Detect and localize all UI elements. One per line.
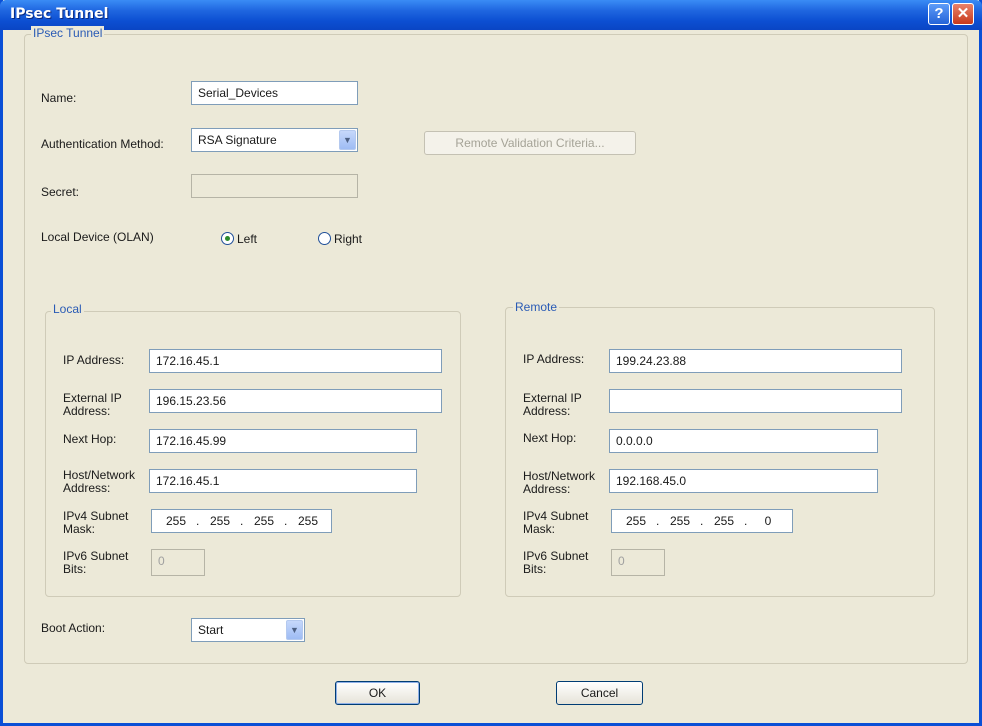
radio-left-label[interactable]: Left bbox=[237, 233, 257, 246]
auth-method-select[interactable]: RSA Signature ▼ bbox=[191, 128, 358, 152]
local-mask-octet-4[interactable]: 255 bbox=[290, 514, 326, 528]
remote-ip-input[interactable]: 199.24.23.88 bbox=[609, 349, 902, 373]
remote-ip-label: IP Address: bbox=[523, 352, 585, 366]
boot-action-select[interactable]: Start ▼ bbox=[191, 618, 305, 642]
local-ipv4-mask-label: IPv4 Subnet Mask: bbox=[63, 510, 128, 536]
local-host-network-label-line2: Address: bbox=[63, 481, 111, 495]
mask-dot: . bbox=[700, 514, 704, 528]
remote-validation-criteria-button[interactable]: Remote Validation Criteria... bbox=[424, 131, 636, 155]
window-title: IPsec Tunnel bbox=[10, 6, 109, 22]
auth-method-value: RSA Signature bbox=[198, 133, 277, 147]
local-mask-octet-3[interactable]: 255 bbox=[246, 514, 282, 528]
remote-ipv6-bits-label-line2: Bits: bbox=[523, 562, 547, 576]
local-group-label: Local bbox=[51, 302, 84, 316]
remote-host-network-label-line2: Address: bbox=[523, 482, 571, 496]
remote-external-ip-label: External IP Address: bbox=[523, 392, 582, 418]
local-ip-input[interactable]: 172.16.45.1 bbox=[149, 349, 442, 373]
cancel-button[interactable]: Cancel bbox=[556, 681, 643, 705]
chevron-down-icon[interactable]: ▼ bbox=[339, 130, 356, 150]
ok-button[interactable]: OK bbox=[335, 681, 420, 705]
mask-dot: . bbox=[744, 514, 748, 528]
local-ipv6-bits-label-line2: Bits: bbox=[63, 562, 87, 576]
remote-ipv4-mask-label-line1: IPv4 Subnet bbox=[523, 509, 589, 523]
boot-action-value: Start bbox=[198, 623, 224, 637]
remote-ipv4-mask-input[interactable]: 255 . 255 . 255 . 0 bbox=[611, 509, 793, 533]
remote-host-network-label: Host/Network Address: bbox=[523, 470, 595, 496]
mask-dot: . bbox=[284, 514, 288, 528]
remote-mask-octet-3[interactable]: 255 bbox=[706, 514, 742, 528]
mask-dot: . bbox=[240, 514, 244, 528]
remote-mask-octet-1[interactable]: 255 bbox=[618, 514, 654, 528]
remote-ipv6-bits-label-line1: IPv6 Subnet bbox=[523, 549, 589, 563]
local-mask-octet-1[interactable]: 255 bbox=[158, 514, 194, 528]
secret-label: Secret: bbox=[41, 185, 80, 199]
remote-host-network-input[interactable]: 192.168.45.0 bbox=[609, 469, 878, 493]
remote-next-hop-label: Next Hop: bbox=[523, 431, 577, 445]
remote-mask-octet-2[interactable]: 255 bbox=[662, 514, 698, 528]
remote-external-ip-input[interactable] bbox=[609, 389, 902, 413]
local-ipv6-bits-label-line1: IPv6 Subnet bbox=[63, 549, 129, 563]
local-ipv6-bits-input[interactable]: 0 bbox=[151, 549, 205, 576]
local-ipv4-mask-label-line1: IPv4 Subnet bbox=[63, 509, 129, 523]
local-host-network-input[interactable]: 172.16.45.1 bbox=[149, 469, 417, 493]
local-ip-label: IP Address: bbox=[63, 353, 125, 367]
help-icon: ? bbox=[934, 5, 944, 22]
secret-input[interactable] bbox=[191, 174, 358, 198]
remote-ipv6-bits-input[interactable]: 0 bbox=[611, 549, 665, 576]
remote-ipv6-bits-label: IPv6 Subnet Bits: bbox=[523, 550, 588, 576]
remote-external-ip-label-line1: External IP bbox=[523, 391, 582, 405]
mask-dot: . bbox=[196, 514, 200, 528]
local-external-ip-label-line2: Address: bbox=[63, 404, 111, 418]
local-ipv4-mask-label-line2: Mask: bbox=[63, 522, 96, 536]
name-label: Name: bbox=[41, 91, 77, 105]
radio-right[interactable] bbox=[318, 232, 331, 245]
local-host-network-label: Host/Network Address: bbox=[63, 469, 135, 495]
local-external-ip-input[interactable]: 196.15.23.56 bbox=[149, 389, 442, 413]
local-next-hop-input[interactable]: 172.16.45.99 bbox=[149, 429, 417, 453]
remote-external-ip-label-line2: Address: bbox=[523, 404, 571, 418]
remote-host-network-label-line1: Host/Network bbox=[523, 469, 596, 483]
close-button[interactable]: ✕ bbox=[952, 3, 974, 25]
title-bar[interactable]: IPsec Tunnel ? ✕ bbox=[0, 0, 982, 30]
remote-group-label: Remote bbox=[513, 300, 560, 314]
ipsec-tunnel-dialog: IPsec Tunnel ? ✕ IPsec Tunnel Name: Seri… bbox=[0, 0, 982, 726]
local-device-label: Local Device (OLAN) bbox=[41, 230, 154, 244]
radio-selected-dot bbox=[225, 236, 230, 241]
chevron-down-icon[interactable]: ▼ bbox=[286, 620, 303, 640]
ipsec-tunnel-group-label: IPsec Tunnel bbox=[31, 26, 105, 40]
remote-mask-octet-4[interactable]: 0 bbox=[750, 514, 786, 528]
radio-right-label[interactable]: Right bbox=[334, 233, 362, 246]
local-mask-octet-2[interactable]: 255 bbox=[202, 514, 238, 528]
local-external-ip-label: External IP Address: bbox=[63, 392, 122, 418]
local-external-ip-label-line1: External IP bbox=[63, 391, 122, 405]
local-host-network-label-line1: Host/Network bbox=[63, 468, 136, 482]
local-next-hop-label: Next Hop: bbox=[63, 432, 117, 446]
local-ipv6-bits-label: IPv6 Subnet Bits: bbox=[63, 550, 128, 576]
remote-ipv4-mask-label-line2: Mask: bbox=[523, 522, 556, 536]
help-button[interactable]: ? bbox=[928, 3, 950, 25]
radio-left[interactable] bbox=[221, 232, 234, 245]
mask-dot: . bbox=[656, 514, 660, 528]
boot-action-label: Boot Action: bbox=[41, 621, 106, 635]
remote-next-hop-input[interactable]: 0.0.0.0 bbox=[609, 429, 878, 453]
auth-method-label: Authentication Method: bbox=[41, 137, 164, 151]
close-icon: ✕ bbox=[956, 5, 970, 22]
remote-ipv4-mask-label: IPv4 Subnet Mask: bbox=[523, 510, 588, 536]
name-input[interactable]: Serial_Devices bbox=[191, 81, 358, 105]
local-ipv4-mask-input[interactable]: 255 . 255 . 255 . 255 bbox=[151, 509, 332, 533]
